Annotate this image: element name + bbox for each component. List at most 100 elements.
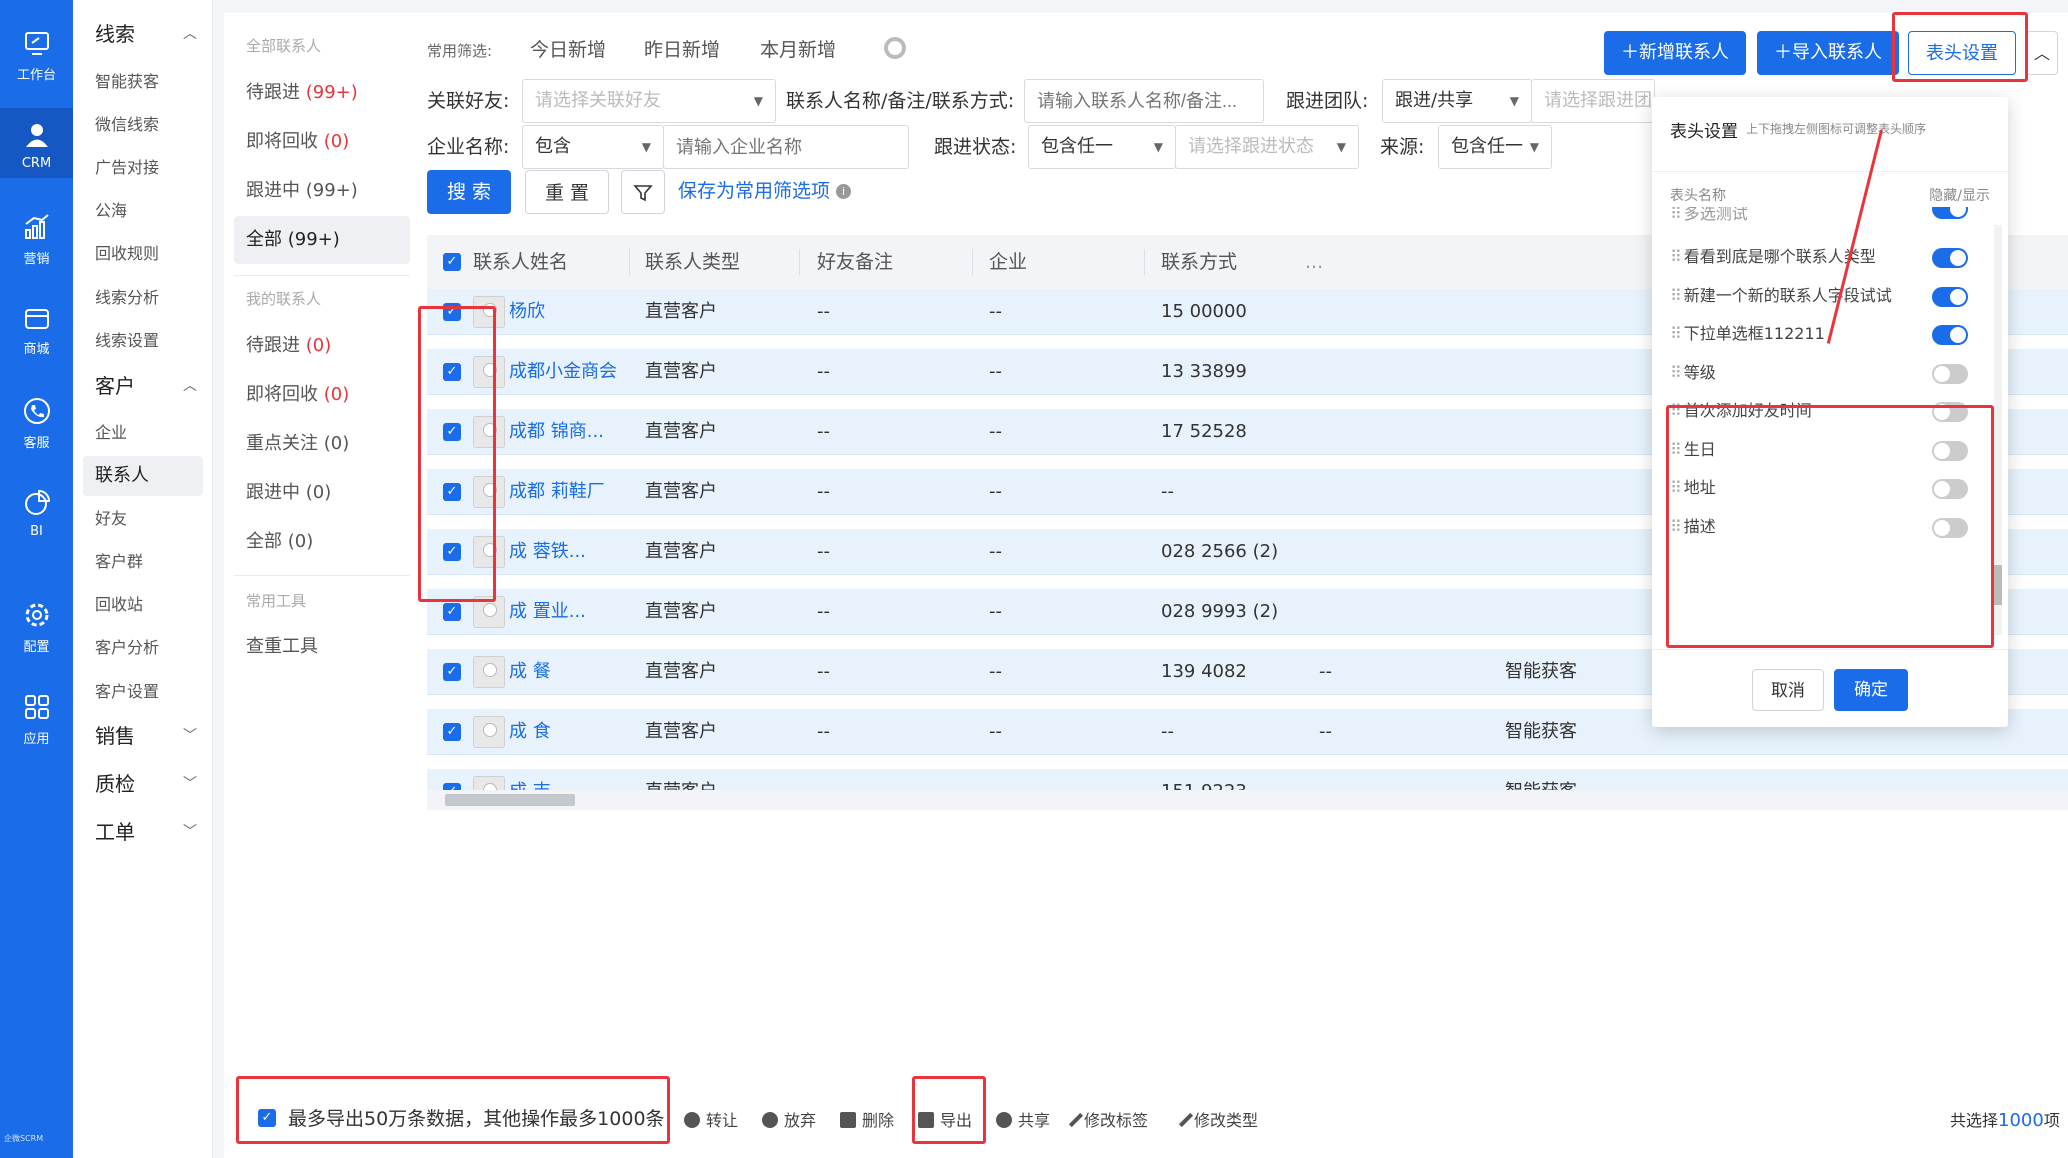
rail-bi[interactable]: BI (0, 488, 73, 539)
drag-handle-icon[interactable]: ⠿ (1670, 286, 1682, 305)
scrollbar-thumb[interactable] (1994, 565, 2002, 605)
transfer-button[interactable]: 转让 (684, 1107, 738, 1131)
column-header-type[interactable]: 联系人类型 (645, 235, 740, 289)
menu-item-enterprise[interactable]: 企业 (83, 413, 203, 453)
reset-button[interactable]: 重 置 (525, 170, 609, 214)
view-all-following[interactable]: 跟进中 (99+) (234, 167, 410, 215)
popover-confirm-button[interactable]: 确定 (1834, 669, 1908, 711)
contact-name[interactable]: 成 置业... (509, 589, 629, 635)
edit-type-button[interactable]: 修改类型 (1178, 1107, 1258, 1131)
popover-row[interactable]: ⠿ 新建一个新的联系人字段试试 (1670, 277, 1990, 315)
view-my-pending[interactable]: 待跟进 (0) (234, 322, 410, 370)
company-mode-select[interactable]: 包含 ▼ (522, 125, 664, 169)
quick-filter-month[interactable]: 本月新增 (760, 35, 836, 62)
menu-item-recycle-rules[interactable]: 回收规则 (83, 234, 203, 274)
menu-item-friends[interactable]: 好友 (83, 499, 203, 539)
popover-row-partial[interactable]: ⠿ 多选测试 (1670, 207, 1990, 229)
menu-group-tickets[interactable]: 工单 ﹀ (73, 812, 213, 852)
view-my-recycling[interactable]: 即将回收 (0) (234, 371, 410, 419)
toggle-switch[interactable] (1932, 286, 1968, 307)
drag-handle-icon[interactable]: ⠿ (1670, 247, 1682, 266)
menu-item-contacts[interactable]: 联系人 (83, 456, 203, 496)
source-mode-select[interactable]: 包含任一 ▼ (1438, 125, 1552, 169)
contact-name[interactable]: 成 食 (509, 709, 629, 755)
share-button[interactable]: 共享 (996, 1107, 1050, 1131)
drag-handle-icon[interactable]: ⠿ (1670, 207, 1682, 223)
rail-marketing[interactable]: 营销 (0, 212, 73, 267)
contact-name[interactable]: 杨欣 (509, 289, 629, 335)
menu-item-customer-settings[interactable]: 客户设置 (83, 672, 203, 712)
rail-config[interactable]: 配置 (0, 600, 73, 655)
add-contact-button[interactable]: ＋新增联系人 (1604, 31, 1746, 75)
search-button[interactable]: 搜 索 (427, 170, 511, 214)
toggle-switch[interactable] (1932, 325, 1968, 345)
column-header-remark[interactable]: 好友备注 (817, 235, 893, 289)
team-select[interactable]: 请选择跟进团 (1531, 79, 1655, 123)
column-header-company[interactable]: 企业 (989, 235, 1027, 289)
view-all-recycling[interactable]: 即将回收 (0) (234, 118, 410, 166)
popover-row[interactable]: ⠿ 看看到底是哪个联系人类型 (1670, 238, 1990, 276)
row-checkbox[interactable]: ✓ (443, 723, 461, 741)
name-search-input[interactable] (1024, 79, 1264, 123)
toggle-switch[interactable] (1932, 363, 1968, 384)
menu-group-qa[interactable]: 质检 ﹀ (73, 764, 213, 804)
chevron-up-icon[interactable]: ︿ (2026, 31, 2058, 75)
quick-filter-today[interactable]: 今日新增 (530, 35, 606, 62)
rail-crm[interactable]: CRM (0, 108, 73, 178)
abandon-button[interactable]: 放弃 (762, 1107, 816, 1131)
rail-apps[interactable]: 应用 (0, 692, 73, 747)
column-header-contact[interactable]: 联系方式 (1161, 235, 1237, 289)
import-contact-button[interactable]: ＋导入联系人 (1757, 31, 1899, 75)
menu-item-pool[interactable]: 公海 (83, 191, 203, 231)
delete-button[interactable]: 删除 (840, 1107, 894, 1131)
contact-name[interactable]: 成都 锦商... (509, 409, 629, 455)
contact-name[interactable]: 成都小金商会 (509, 349, 629, 395)
gear-icon[interactable] (884, 37, 906, 59)
menu-group-sales[interactable]: 销售 ﹀ (73, 716, 213, 756)
menu-group-customers[interactable]: 客户 ︿ (73, 366, 213, 406)
company-name-input[interactable] (663, 125, 909, 169)
select-all-checkbox[interactable]: ✓ (443, 253, 461, 271)
view-my-following[interactable]: 跟进中 (0) (234, 469, 410, 517)
status-select[interactable]: 请选择跟进状态 ▼ (1175, 125, 1359, 169)
popover-row[interactable]: ⠿ 等级 (1670, 354, 1990, 392)
menu-item-ads[interactable]: 广告对接 (83, 148, 203, 188)
quick-filter-yesterday[interactable]: 昨日新增 (644, 35, 720, 62)
rail-shop[interactable]: 商城 (0, 302, 73, 357)
menu-item-recycle-bin[interactable]: 回收站 (83, 585, 203, 625)
edit-tags-button[interactable]: 修改标签 (1068, 1107, 1148, 1131)
contact-name[interactable]: 成 餐 (509, 649, 629, 695)
rail-service[interactable]: 客服 (0, 396, 73, 451)
team-mode-select[interactable]: 跟进/共享 ▼ (1382, 79, 1532, 123)
menu-item-customer-groups[interactable]: 客户群 (83, 542, 203, 582)
menu-item-lead-settings[interactable]: 线索设置 (83, 321, 203, 361)
popover-cancel-button[interactable]: 取消 (1752, 669, 1824, 711)
view-my-total[interactable]: 全部 (0) (234, 518, 410, 566)
menu-item-wechat-leads[interactable]: 微信线索 (83, 105, 203, 145)
drag-handle-icon[interactable]: ⠿ (1670, 324, 1682, 343)
row-checkbox[interactable]: ✓ (443, 663, 461, 681)
rail-workbench[interactable]: 工作台 (0, 28, 73, 83)
filter-icon[interactable] (621, 170, 665, 214)
column-header-name[interactable]: 联系人姓名 (473, 235, 568, 289)
contact-name[interactable]: 成 蓉铁... (509, 529, 629, 575)
horizontal-scrollbar[interactable] (427, 790, 2068, 810)
drag-handle-icon[interactable]: ⠿ (1670, 363, 1682, 382)
view-my-starred[interactable]: 重点关注 (0) (234, 420, 410, 468)
status-mode-select[interactable]: 包含任一 ▼ (1028, 125, 1176, 169)
row-checkbox[interactable]: ✓ (443, 603, 461, 621)
menu-item-lead-analysis[interactable]: 线索分析 (83, 278, 203, 318)
popover-scrollbar[interactable] (1994, 225, 2002, 635)
view-all-total[interactable]: 全部 (99+) (234, 216, 410, 264)
scrollbar-thumb[interactable] (445, 794, 575, 806)
friend-select[interactable]: 请选择关联好友 ▼ (522, 79, 776, 123)
tool-dedupe[interactable]: 查重工具 (234, 623, 410, 671)
contact-name[interactable]: 成都 莉鞋厂 (509, 469, 629, 515)
view-all-pending[interactable]: 待跟进 (99+) (234, 69, 410, 117)
menu-item-smart-acquire[interactable]: 智能获客 (83, 62, 203, 102)
menu-group-leads[interactable]: 线索 ︿ (73, 14, 213, 54)
toggle-switch[interactable] (1932, 248, 1968, 268)
toggle-switch[interactable] (1932, 207, 1968, 219)
menu-item-customer-analysis[interactable]: 客户分析 (83, 628, 203, 668)
save-filter-link[interactable]: 保存为常用筛选项 i (678, 176, 852, 203)
